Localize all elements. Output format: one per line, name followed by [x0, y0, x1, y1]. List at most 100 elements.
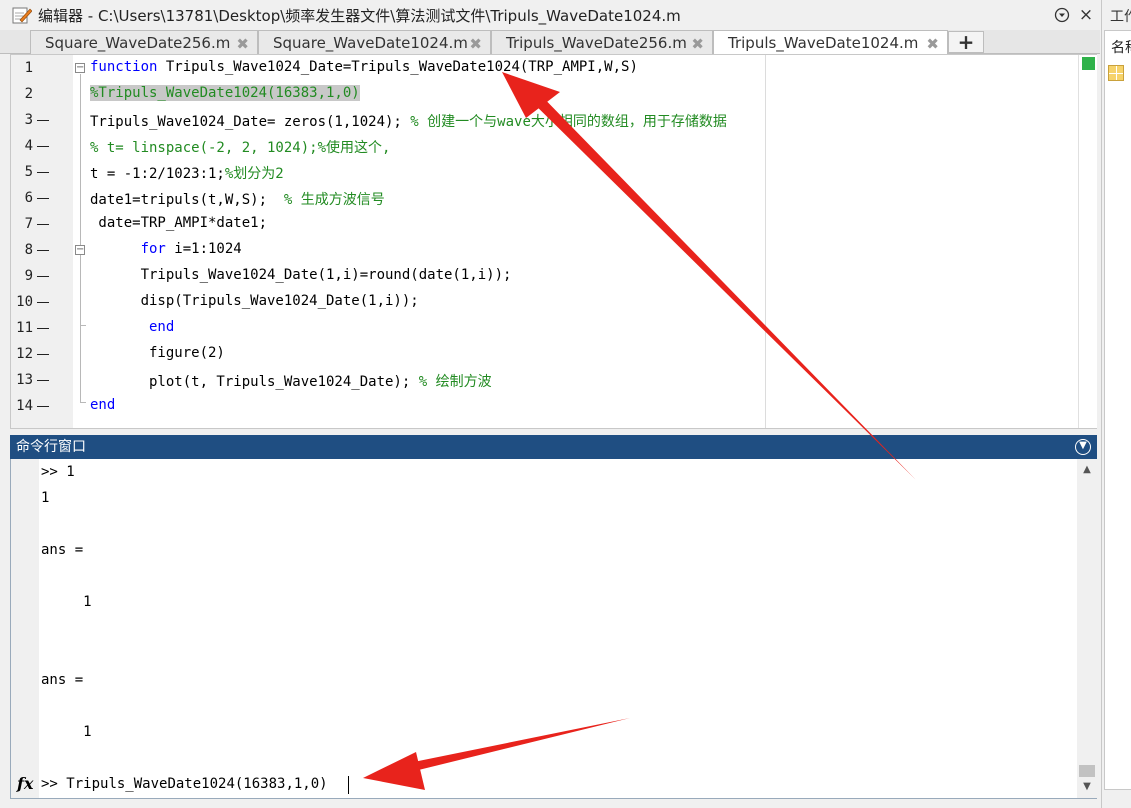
command-input-line[interactable]: >> Tripuls_WaveDate1024(16383,1,0) [41, 776, 328, 792]
breakpoint-marker[interactable] [37, 354, 49, 355]
right-margin-line [765, 55, 766, 428]
code-text: disp(Tripuls_Wave1024_Date(1,i)); [90, 293, 419, 309]
breakpoint-marker[interactable] [37, 172, 49, 173]
code-keyword: for [90, 241, 166, 257]
breakpoint-marker[interactable] [37, 302, 49, 303]
line-number: 12 [16, 346, 33, 362]
code-line-11[interactable]: end [90, 319, 174, 335]
command-output-line: 1 [41, 594, 92, 610]
fold-guide-end [80, 402, 86, 403]
breakpoint-marker[interactable] [37, 198, 49, 199]
code-line-2[interactable]: %Tripuls_WaveDate1024(16383,1,0) [90, 85, 360, 101]
code-line-5[interactable]: t = -1:2/1023:1;%划分为2 [90, 163, 284, 183]
command-window-options-icon[interactable]: ▼ [1075, 439, 1091, 455]
workspace-list[interactable]: 名称 [1104, 30, 1131, 790]
workspace-panel: 工作区 名称 [1101, 0, 1131, 808]
command-window-title: 命令行窗口 [16, 439, 86, 455]
line-number: 11 [16, 320, 33, 336]
code-line-7[interactable]: date=TRP_AMPI*date1; [90, 215, 267, 231]
command-output-line: >> 1 [41, 464, 75, 480]
line-number: 7 [24, 216, 33, 232]
tab-close-icon[interactable]: ✖ [691, 35, 704, 53]
breakpoint-marker[interactable] [37, 276, 49, 277]
code-text: Tripuls_Wave1024_Date(1,i)=round(date(1,… [90, 267, 512, 283]
command-output-line: 1 [41, 724, 92, 740]
tab-label: Square_WaveDate256.m [45, 33, 231, 52]
code-line-3[interactable]: Tripuls_Wave1024_Date= zeros(1,1024); % … [90, 111, 727, 131]
code-comment: %划分为2 [224, 166, 284, 182]
code-line-9[interactable]: Tripuls_Wave1024_Date(1,i)=round(date(1,… [90, 267, 512, 283]
code-text: date1=tripuls(t,W,S); [90, 192, 284, 208]
breakpoint-marker[interactable] [37, 380, 49, 381]
breakpoint-marker[interactable] [37, 406, 49, 407]
command-input[interactable]: Tripuls_WaveDate1024(16383,1,0) [66, 776, 327, 792]
fold-guide [80, 74, 81, 402]
code-line-1[interactable]: function Tripuls_Wave1024_Date=Tripuls_W… [90, 59, 638, 75]
fold-toggle-icon[interactable]: − [75, 63, 85, 73]
fold-guide-end [80, 325, 86, 326]
editor-close-icon[interactable]: × [1078, 7, 1094, 24]
code-text: t = -1:2/1023:1; [90, 166, 225, 182]
line-number: 14 [16, 398, 33, 414]
breakpoint-marker[interactable] [37, 146, 49, 147]
code-keyword: end [90, 397, 116, 413]
command-window[interactable]: >> 1 1 ans = 1 ans = 1 fx >> Tripuls_Wav… [10, 459, 1097, 799]
tab-tripuls-wavedate1024[interactable]: Tripuls_WaveDate1024.m ✖ [713, 30, 948, 55]
matlab-window: 编辑器 - C:\Users\13781\Desktop\频率发生器文件\算法测… [0, 0, 1131, 808]
code-line-10[interactable]: disp(Tripuls_Wave1024_Date(1,i)); [90, 293, 419, 309]
tab-label: Tripuls_WaveDate1024.m [728, 34, 919, 52]
scroll-thumb[interactable] [1079, 765, 1095, 777]
code-line-13[interactable]: plot(t, Tripuls_Wave1024_Date); % 绘制方波 [90, 371, 492, 391]
code-comment: % 绘制方波 [418, 374, 492, 390]
breakpoint-marker[interactable] [37, 120, 49, 121]
scroll-up-icon[interactable]: ▲ [1079, 463, 1095, 477]
code-text: Tripuls_Wave1024_Date=Tripuls_WaveDate10… [157, 59, 638, 75]
new-tab-plus-icon[interactable]: + [948, 31, 984, 53]
code-line-14[interactable]: end [90, 397, 115, 413]
tab-close-icon[interactable]: ✖ [469, 35, 482, 53]
line-number: 10 [16, 294, 33, 310]
tab-close-icon[interactable]: ✖ [926, 35, 939, 53]
tab-label: Square_WaveDate1024.m [273, 33, 468, 52]
code-line-4[interactable]: % t= linspace(-2, 2, 1024);%使用这个, [90, 137, 390, 157]
editor-options-icon[interactable] [1054, 7, 1070, 23]
breakpoint-marker[interactable] [37, 250, 49, 251]
code-comment: % t= linspace(-2, 2, 1024);%使用这个, [90, 140, 391, 156]
code-text: i=1:1024 [165, 241, 242, 257]
command-output-line: 1 [41, 490, 50, 506]
line-number: 5 [24, 164, 33, 180]
code-editor[interactable]: 1 2 3 4 5 6 7 8 9 10 11 12 13 14 − − fun… [10, 54, 1097, 429]
editor-title-bar: 编辑器 - C:\Users\13781\Desktop\频率发生器文件\算法测… [0, 0, 1100, 30]
breakpoint-marker[interactable] [37, 224, 49, 225]
scroll-down-icon[interactable]: ▼ [1079, 780, 1095, 794]
line-number: 9 [24, 268, 33, 284]
code-text: figure(2) [90, 345, 225, 361]
fold-toggle-icon[interactable]: − [75, 245, 85, 255]
text-cursor [348, 776, 349, 794]
workspace-column-name[interactable]: 名称 [1111, 37, 1131, 57]
editor-pencil-icon [12, 5, 33, 25]
tab-tripuls-wavedate256[interactable]: Tripuls_WaveDate256.m ✖ [491, 30, 713, 54]
code-line-8[interactable]: for i=1:1024 [90, 241, 242, 257]
code-keyword: function [90, 59, 158, 75]
command-window-scrollbar[interactable]: ▲ ▼ [1077, 459, 1097, 798]
tab-close-icon[interactable]: ✖ [236, 35, 249, 53]
selected-comment: %Tripuls_WaveDate1024(16383,1,0) [90, 85, 360, 101]
command-prompt: >> [41, 776, 67, 792]
editor-scrollbar[interactable] [1078, 55, 1097, 428]
tab-square-wavedate1024[interactable]: Square_WaveDate1024.m ✖ [258, 30, 491, 54]
code-line-6[interactable]: date1=tripuls(t,W,S); % 生成方波信号 [90, 189, 385, 209]
line-number: 4 [24, 138, 33, 154]
fx-function-browser-icon[interactable]: fx [17, 774, 33, 793]
editor-tab-strip: Square_WaveDate256.m ✖ Square_WaveDate10… [0, 30, 1100, 55]
breakpoint-marker[interactable] [37, 328, 49, 329]
code-text: date=TRP_AMPI*date1; [90, 215, 268, 231]
code-keyword: end [90, 319, 175, 335]
command-output-line: ans = [41, 672, 84, 688]
command-window-header: 命令行窗口 ▼ [10, 435, 1097, 459]
line-number: 8 [24, 242, 33, 258]
code-analyzer-ok-icon[interactable] [1082, 57, 1095, 70]
code-line-12[interactable]: figure(2) [90, 345, 225, 361]
tab-square-wavedate256[interactable]: Square_WaveDate256.m ✖ [30, 30, 258, 54]
code-text: Tripuls_Wave1024_Date= zeros(1,1024); [90, 114, 411, 130]
